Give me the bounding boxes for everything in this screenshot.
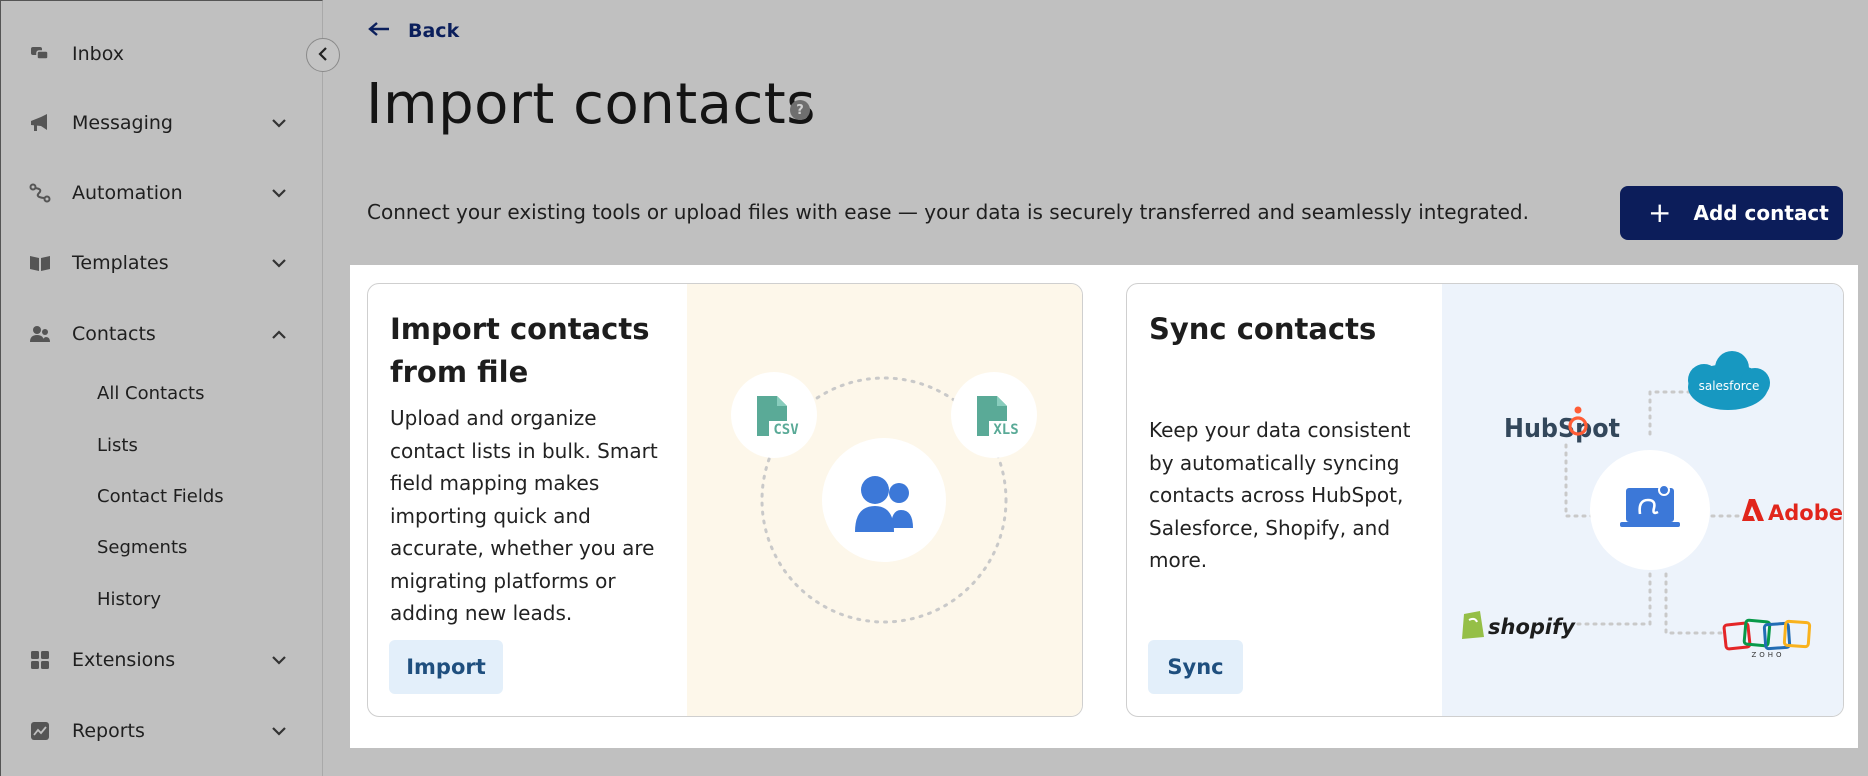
chevron-left-icon bbox=[318, 46, 328, 65]
integrations-illustration: salesforce HubSpot Adobe shopify ZOHO bbox=[1442, 284, 1843, 716]
back-link[interactable]: Back bbox=[368, 20, 459, 42]
xls-file-icon: XLS bbox=[951, 372, 1037, 458]
chevron-down-icon[interactable] bbox=[267, 111, 291, 135]
flow-icon bbox=[29, 182, 51, 204]
sidebar-subitem-lists[interactable]: Lists bbox=[97, 435, 138, 456]
chat-bubbles-icon bbox=[29, 43, 51, 65]
sidebar-item-label: Reports bbox=[72, 720, 145, 742]
back-label: Back bbox=[408, 20, 460, 42]
book-icon bbox=[29, 252, 51, 274]
add-contact-button[interactable]: + Add contact bbox=[1620, 186, 1843, 240]
shopify-logo: shopify bbox=[1462, 611, 1576, 639]
help-icon[interactable]: ? bbox=[790, 100, 810, 120]
csv-label: CSV bbox=[773, 422, 799, 438]
card-description: Upload and organize contact lists in bul… bbox=[390, 406, 658, 625]
sync-button[interactable]: Sync bbox=[1148, 640, 1243, 694]
chevron-down-icon[interactable] bbox=[267, 251, 291, 275]
sidebar-item-contacts[interactable]: Contacts bbox=[1, 309, 323, 359]
chevron-down-icon[interactable] bbox=[267, 719, 291, 743]
sidebar-item-label: Templates bbox=[72, 252, 169, 274]
sidebar-subitem-segments[interactable]: Segments bbox=[97, 537, 187, 558]
chart-icon bbox=[29, 720, 51, 742]
page-title: Import contacts bbox=[366, 72, 816, 137]
chevron-down-icon[interactable] bbox=[267, 648, 291, 672]
import-from-file-card: Import contacts from file Upload and org… bbox=[367, 283, 1083, 717]
arrow-left-icon bbox=[368, 21, 390, 41]
sync-laptop-icon bbox=[1620, 484, 1680, 527]
card-description: Keep your data consistent by automatical… bbox=[1149, 418, 1411, 572]
csv-file-icon: CSV bbox=[731, 372, 817, 458]
hubspot-logo: HubSpot bbox=[1504, 406, 1620, 444]
sidebar-item-label: Messaging bbox=[72, 112, 173, 134]
sync-contacts-card: Sync contacts Keep your data consistent … bbox=[1126, 283, 1844, 717]
xls-label: XLS bbox=[993, 422, 1018, 438]
card-title: Sync contacts bbox=[1149, 312, 1377, 346]
shopify-text: shopify bbox=[1488, 615, 1576, 639]
import-button[interactable]: Import bbox=[389, 640, 503, 694]
hubspot-text: HubSpot bbox=[1504, 414, 1620, 444]
megaphone-icon bbox=[29, 112, 51, 134]
sidebar-subitem-history[interactable]: History bbox=[97, 589, 161, 610]
zoho-text: ZOHO bbox=[1751, 651, 1784, 659]
page-subtitle: Connect your existing tools or upload fi… bbox=[367, 200, 1529, 224]
sidebar-item-label: Automation bbox=[72, 182, 183, 204]
sidebar-item-messaging[interactable]: Messaging bbox=[1, 98, 323, 148]
sidebar-item-extensions[interactable]: Extensions bbox=[1, 635, 323, 685]
file-illustration: CSV XLS bbox=[687, 284, 1082, 716]
sidebar-item-reports[interactable]: Reports bbox=[1, 706, 323, 756]
chevron-up-icon[interactable] bbox=[267, 322, 291, 346]
sidebar-item-label: Extensions bbox=[72, 649, 176, 671]
add-contact-label: Add contact bbox=[1693, 201, 1829, 225]
card-title: Import contacts from file bbox=[390, 312, 650, 389]
sidebar-subitem-contact-fields[interactable]: Contact Fields bbox=[97, 486, 224, 507]
salesforce-text: salesforce bbox=[1699, 379, 1760, 393]
sidebar-subitem-all-contacts[interactable]: All Contacts bbox=[97, 383, 204, 404]
sidebar: Inbox Messaging Automation Templates Con… bbox=[0, 0, 323, 776]
sidebar-item-label: Contacts bbox=[72, 323, 156, 345]
sidebar-item-inbox[interactable]: Inbox bbox=[1, 29, 323, 79]
adobe-logo: Adobe bbox=[1742, 499, 1843, 525]
adobe-text: Adobe bbox=[1768, 501, 1843, 525]
salesforce-logo: salesforce bbox=[1688, 351, 1770, 410]
chevron-down-icon[interactable] bbox=[267, 181, 291, 205]
grid-icon bbox=[29, 649, 51, 671]
import-options-panel: Import contacts from file Upload and org… bbox=[350, 265, 1858, 748]
sidebar-item-label: Inbox bbox=[72, 43, 124, 65]
plus-icon: + bbox=[1648, 196, 1672, 229]
sidebar-item-automation[interactable]: Automation bbox=[1, 168, 323, 218]
people-icon bbox=[29, 323, 51, 345]
sidebar-item-templates[interactable]: Templates bbox=[1, 238, 323, 288]
zoho-logo: ZOHO bbox=[1722, 618, 1812, 659]
sidebar-collapse-button[interactable] bbox=[306, 38, 340, 72]
